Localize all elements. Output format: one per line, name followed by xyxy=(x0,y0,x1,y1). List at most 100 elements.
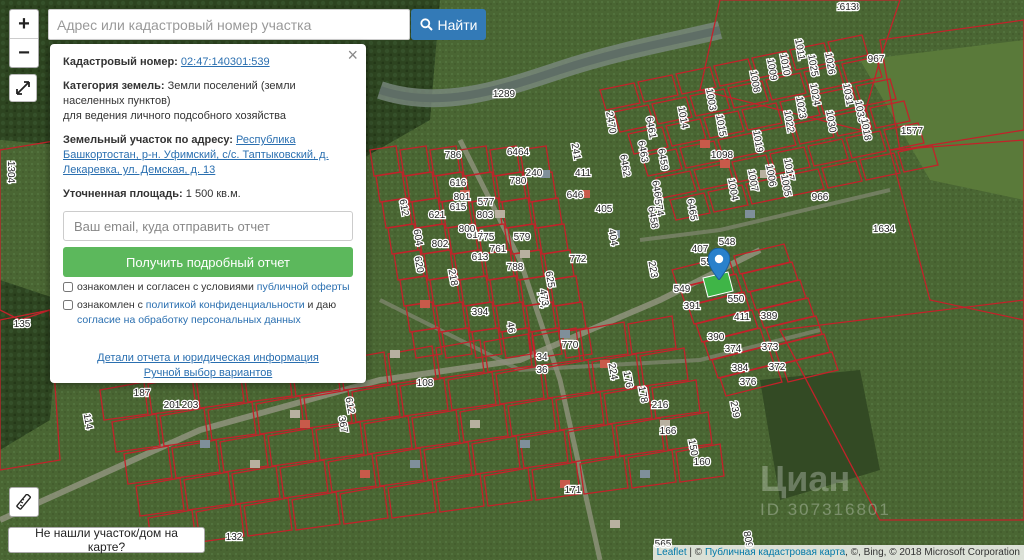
offer-consent-row: ознакомлен и согласен с условиями публич… xyxy=(63,280,353,295)
parcel-label: 201 xyxy=(164,400,181,411)
parcel-label: 786 xyxy=(445,150,462,161)
search-input[interactable] xyxy=(48,9,410,40)
address-label: Земельный участок по адресу: xyxy=(63,134,233,146)
parcel-label: 411 xyxy=(734,312,750,323)
building-roof xyxy=(495,210,505,218)
parcel-label: 384 xyxy=(732,363,749,374)
building-roof xyxy=(300,420,310,428)
parcel-label: 372 xyxy=(769,362,786,373)
parcel-label: 966 xyxy=(812,192,829,203)
parcel-label: 390 xyxy=(708,332,725,343)
attribution-rest: , ©, Bing, © 2018 Microsoft Corporation xyxy=(845,547,1020,558)
parcel-label: 203 xyxy=(182,400,199,411)
parcel-label: 613 xyxy=(840,2,857,13)
building-roof xyxy=(745,210,755,218)
map-attribution: Leaflet | © Публичная кадастровая карта,… xyxy=(652,545,1024,560)
building-roof xyxy=(290,410,300,418)
parcel-label: 772 xyxy=(570,254,587,265)
parcel-label: 171 xyxy=(565,485,582,496)
parcel-label: 108 xyxy=(417,378,434,389)
parcel-label: 549 xyxy=(674,284,691,295)
land-use-value: для ведения личного подсобного хозяйства xyxy=(63,110,286,122)
attribution-separator: | © xyxy=(686,547,705,558)
building-roof xyxy=(360,470,370,478)
leaflet-link[interactable]: Leaflet xyxy=(657,547,687,558)
parcel-label: 6464 xyxy=(507,147,530,158)
email-field[interactable] xyxy=(63,211,353,241)
search-icon xyxy=(419,18,433,31)
building-roof xyxy=(560,330,570,338)
parcel-label: 788 xyxy=(507,262,524,273)
expand-icon xyxy=(16,81,30,95)
privacy-consent-checkbox[interactable] xyxy=(63,300,73,310)
zoom-out-button[interactable]: − xyxy=(10,39,38,67)
parcel-label: 216 xyxy=(652,400,669,411)
privacy-consent-label: ознакомлен с xyxy=(77,299,146,311)
parcel-label: 579 xyxy=(514,232,531,243)
manual-selection-link[interactable]: Ручной выбор вариантов xyxy=(63,366,353,381)
cadastral-number-link[interactable]: 02:47:140301:539 xyxy=(181,56,270,68)
parcel-label: 1098 xyxy=(711,150,734,161)
parcel-label: 376 xyxy=(740,377,757,388)
offer-consent-checkbox[interactable] xyxy=(63,282,73,292)
area-row: Уточненная площадь: 1 500 кв.м. xyxy=(63,187,353,202)
parcel-label: 548 xyxy=(719,237,736,248)
parcel-label: 36 xyxy=(536,365,548,376)
parcel-label: 967 xyxy=(868,54,885,65)
parcel-label: 1634 xyxy=(873,224,896,235)
building-roof xyxy=(200,440,210,448)
parcel-label: 132 xyxy=(226,532,243,543)
ruler-button[interactable] xyxy=(9,487,39,517)
cadastral-number-label: Кадастровый номер: xyxy=(63,56,178,68)
parcel-label: 411 xyxy=(575,168,591,179)
parcel-label: 616 xyxy=(450,178,467,189)
offer-consent-text: ознакомлен и согласен с условиями публич… xyxy=(77,280,350,295)
parcel-label: 775 xyxy=(478,232,495,243)
not-found-parcel-button[interactable]: Не нашли участок/дом на карте? xyxy=(8,526,205,554)
parcel-label: 373 xyxy=(762,342,779,353)
privacy-policy-link[interactable]: политикой конфиденциальности xyxy=(146,299,305,311)
parcel-label: 394 xyxy=(472,307,489,318)
building-roof xyxy=(520,250,530,258)
parcel-label: 770 xyxy=(562,340,579,351)
parcel-label: 1289 xyxy=(493,89,516,100)
building-roof xyxy=(520,440,530,448)
popup-links: Детали отчета и юридическая информация Р… xyxy=(63,351,353,381)
building-roof xyxy=(390,350,400,358)
parcel-label: 166 xyxy=(660,426,677,437)
parcel-label: 34 xyxy=(536,352,548,363)
report-details-link[interactable]: Детали отчета и юридическая информация xyxy=(63,351,353,366)
parcel-info-popup: × Кадастровый номер: 02:47:140301:539 Ка… xyxy=(50,44,366,383)
privacy-consent-text: ознакомлен с политикой конфиденциальност… xyxy=(77,298,353,328)
parcel-label: 780 xyxy=(510,176,527,187)
building-roof xyxy=(470,420,480,428)
parcel-label: 621 xyxy=(429,210,446,221)
land-category-label: Категория земель: xyxy=(63,80,165,92)
parcel-label: 240 xyxy=(526,168,543,179)
parcel-label: 135 xyxy=(14,319,31,330)
parcel-label: 800 xyxy=(459,224,476,235)
offer-consent-label: ознакомлен и согласен с условиями xyxy=(77,281,257,293)
public-offer-link[interactable]: публичной оферты xyxy=(257,281,350,293)
close-icon[interactable]: × xyxy=(347,46,358,64)
building-roof xyxy=(700,140,710,148)
get-report-button[interactable]: Получить подробный отчет xyxy=(63,247,353,277)
privacy-consent-label-2: и даю xyxy=(304,299,337,311)
parcel-label: 389 xyxy=(761,311,778,322)
parcel-label: 803 xyxy=(477,210,494,221)
cadastral-map-link[interactable]: Публичная кадастровая карта xyxy=(705,547,845,558)
parcel-label: 374 xyxy=(725,344,742,355)
parcel-label: 577 xyxy=(478,197,495,208)
parcel-label: 391 xyxy=(684,301,701,312)
fullscreen-button[interactable] xyxy=(9,74,37,102)
parcel-label: 550 xyxy=(728,294,745,305)
personal-data-consent-link[interactable]: согласие на обработку персональных данны… xyxy=(77,314,301,326)
parcel-label: 801 xyxy=(454,192,471,203)
zoom-control: + − xyxy=(9,9,39,68)
search-button[interactable]: Найти xyxy=(411,9,486,40)
parcel-label: 407 xyxy=(692,244,709,255)
building-roof xyxy=(720,160,730,168)
area-label: Уточненная площадь: xyxy=(63,188,183,200)
parcel-label: 187 xyxy=(134,388,151,399)
zoom-in-button[interactable]: + xyxy=(10,10,38,39)
